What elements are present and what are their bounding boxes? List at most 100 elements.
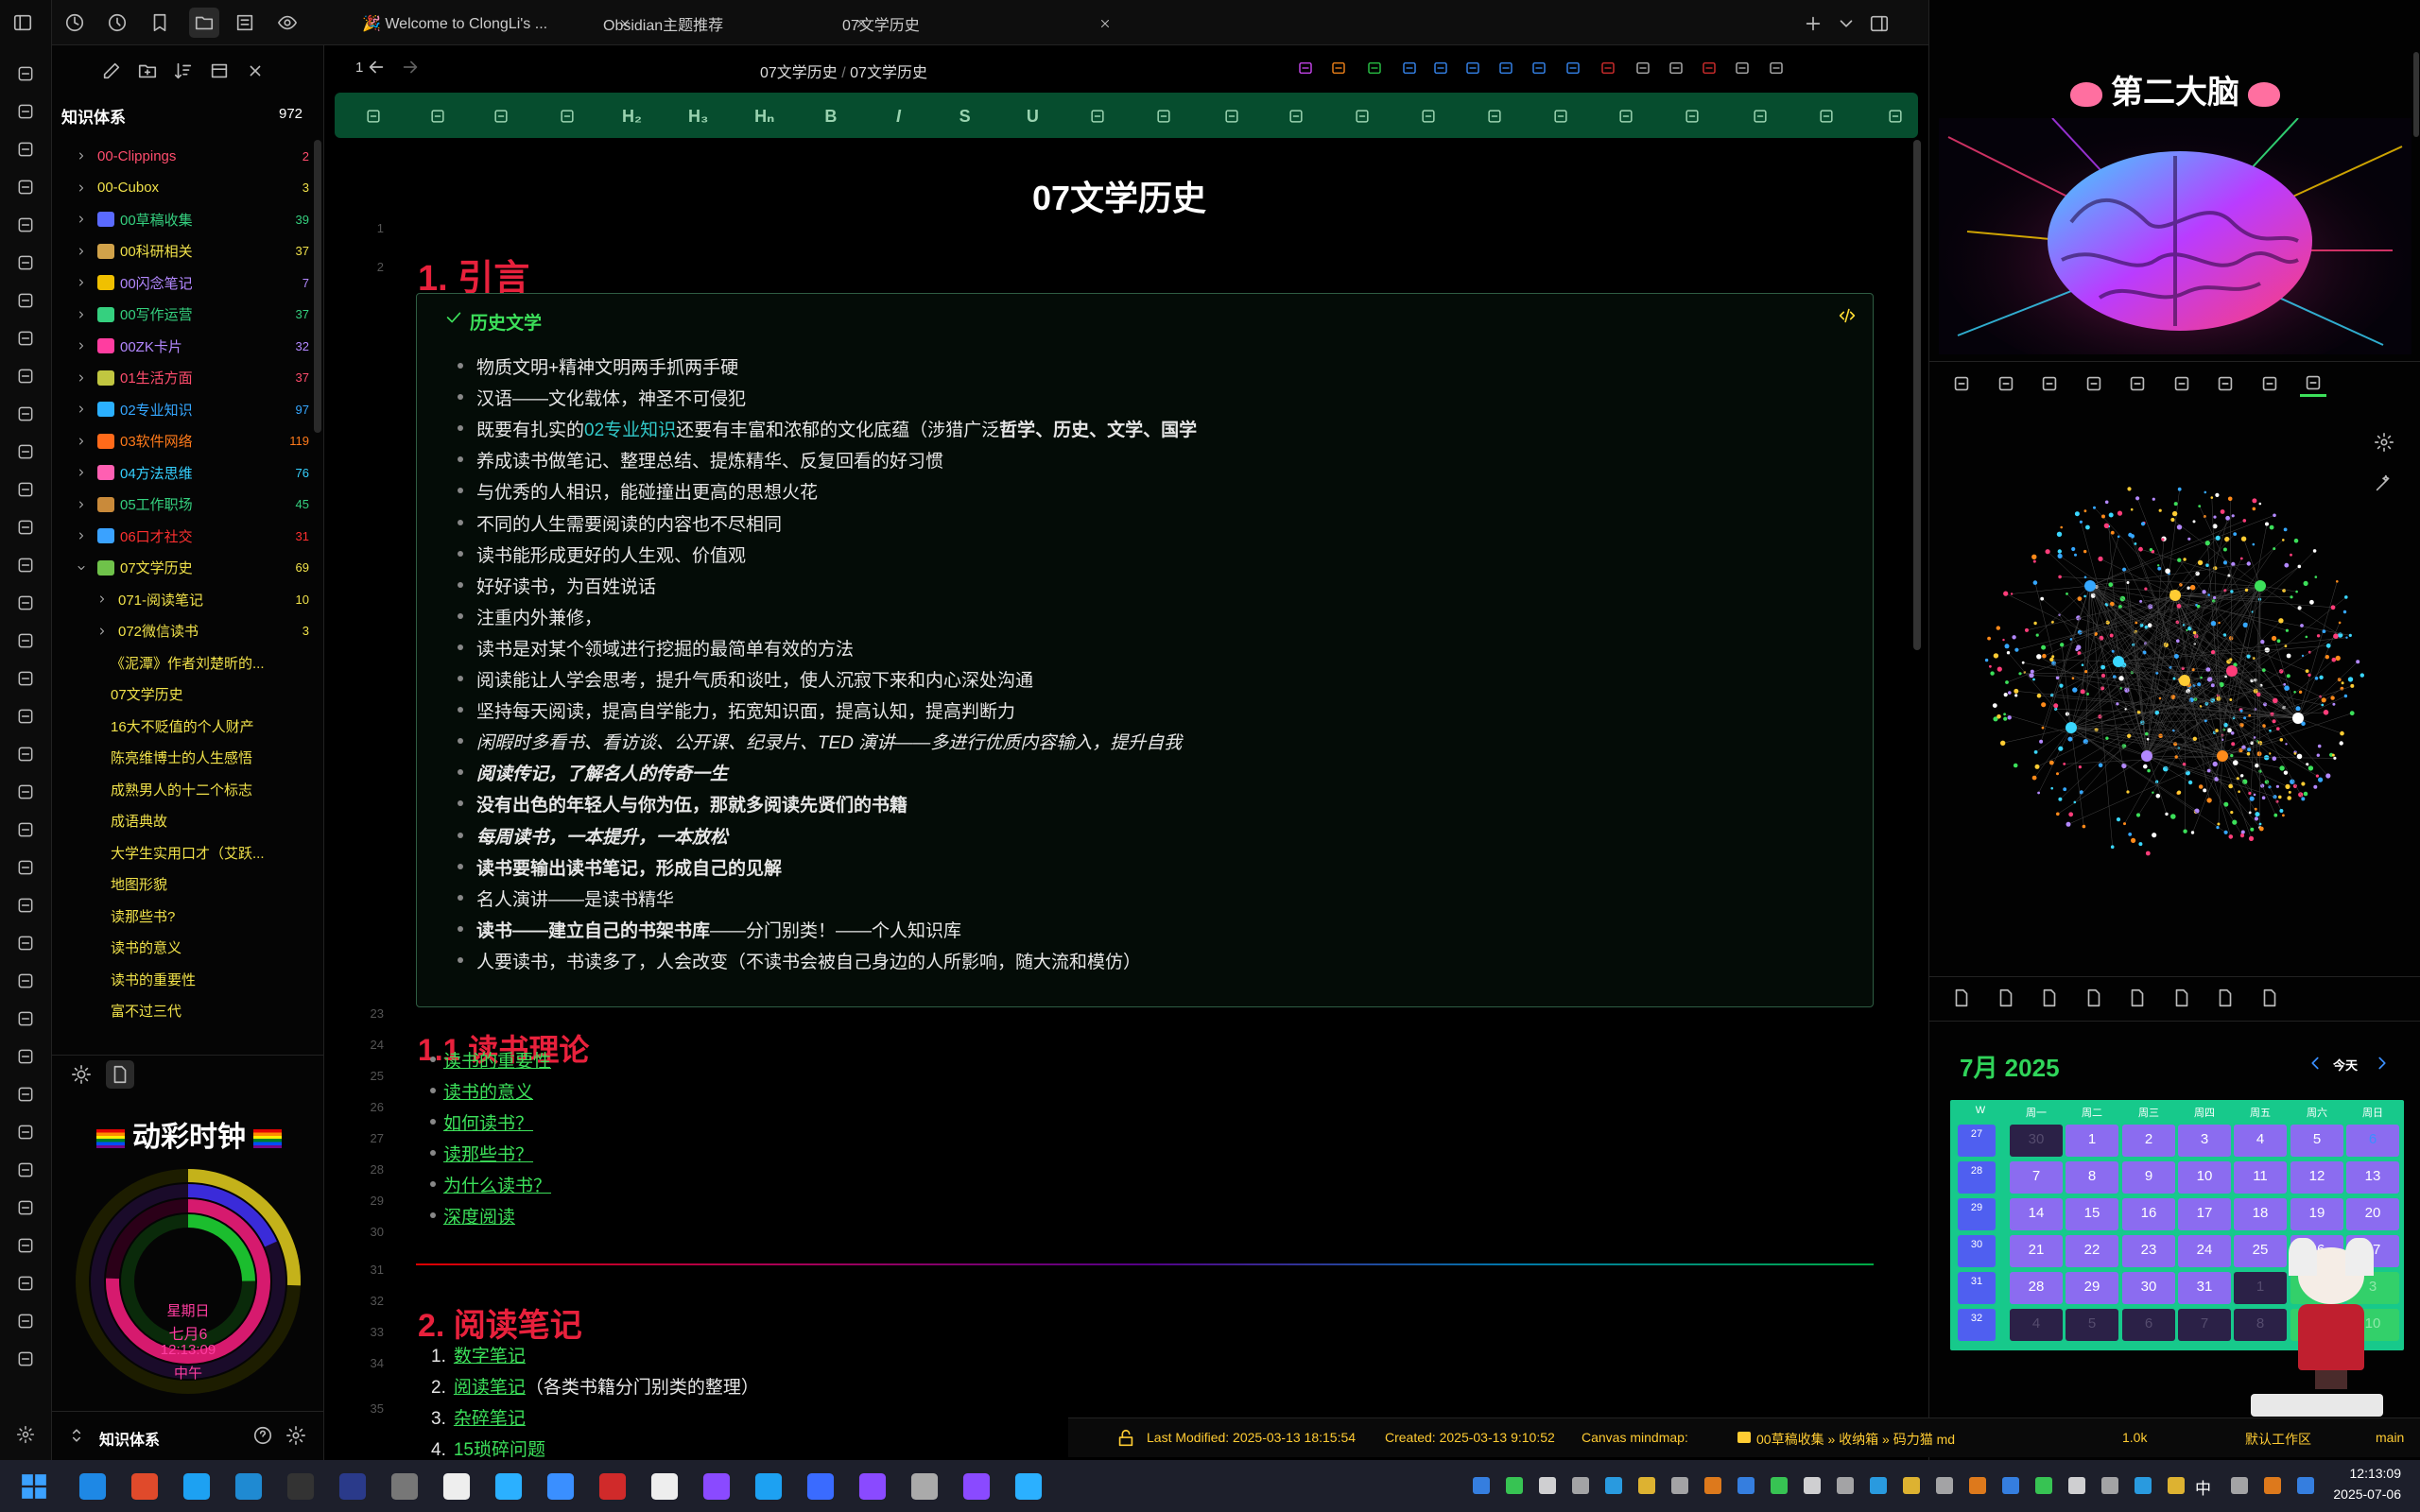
internal-link[interactable]: 如何读书？ (429, 1109, 533, 1135)
graph-node[interactable] (2170, 517, 2175, 523)
ribbon-circle-icon[interactable] (11, 249, 40, 277)
graph-node[interactable] (2261, 796, 2266, 799)
graph-node[interactable] (2269, 729, 2272, 732)
graph-node[interactable] (2127, 487, 2132, 491)
graph-node[interactable] (2204, 490, 2207, 494)
graph-node[interactable] (2206, 798, 2212, 803)
graph-node[interactable] (2222, 547, 2227, 552)
ribbon-tools-icon[interactable] (11, 891, 40, 919)
graph-node[interactable] (2220, 509, 2225, 514)
graph-node[interactable] (2003, 591, 2009, 596)
chevron-right-icon[interactable] (73, 306, 90, 323)
graph-node[interactable] (2340, 730, 2344, 736)
library-app-icon[interactable] (390, 1472, 419, 1501)
tray-icon[interactable] (1936, 1477, 1953, 1494)
bookmark-icon[interactable] (1698, 57, 1720, 79)
ribbon-lightbulb-icon[interactable] (11, 211, 40, 239)
tree-item[interactable]: 读书的重要性 (73, 965, 309, 993)
graph-node[interactable] (2042, 653, 2047, 659)
graph-node[interactable] (2079, 520, 2083, 524)
graph-node[interactable] (2293, 691, 2296, 694)
graph-node[interactable] (2283, 682, 2287, 686)
graph-node[interactable] (2192, 520, 2196, 524)
chevron-right-icon[interactable] (2372, 1052, 2393, 1074)
graph-node[interactable] (2157, 566, 2162, 571)
graph-node[interactable] (2124, 708, 2127, 711)
bold-icon[interactable]: B (819, 104, 843, 129)
collapse-icon[interactable] (1883, 104, 1908, 129)
graph-node[interactable] (2055, 676, 2060, 679)
ribbon-search-icon[interactable] (11, 97, 40, 126)
graph-node[interactable] (2338, 621, 2342, 625)
graph-hub-node[interactable] (2169, 590, 2181, 601)
sort-icon[interactable] (171, 59, 196, 83)
graph-node[interactable] (2290, 553, 2292, 557)
graph-node[interactable] (2093, 506, 2096, 509)
calendar-day[interactable]: 5 (2066, 1309, 2118, 1341)
gnome-app-icon[interactable] (910, 1472, 939, 1501)
graph-node[interactable] (2084, 670, 2088, 674)
graph-node[interactable] (2078, 765, 2082, 769)
graph-node[interactable] (2170, 814, 2176, 819)
graph-node[interactable] (2240, 830, 2245, 834)
graph-node[interactable] (2109, 601, 2115, 607)
graph-node[interactable] (2309, 599, 2314, 605)
graph-node[interactable] (2232, 819, 2238, 825)
ribbon-code-icon[interactable] (11, 778, 40, 806)
graph-node[interactable] (2108, 512, 2114, 518)
internal-link[interactable]: 深度阅读 (429, 1203, 515, 1228)
graph-node[interactable] (2068, 812, 2074, 817)
sidebar-toggle-icon[interactable] (10, 11, 35, 34)
calendar-day[interactable]: 24 (2178, 1235, 2231, 1267)
graph-node[interactable] (2073, 800, 2077, 804)
graph-node[interactable] (2284, 562, 2290, 568)
graph-node[interactable] (2083, 594, 2086, 598)
graph-node[interactable] (2213, 566, 2218, 571)
tree-item[interactable]: 成语典故 (73, 807, 309, 835)
tray-icon[interactable] (1837, 1477, 1854, 1494)
graph-node[interactable] (2206, 768, 2211, 773)
calendar-day[interactable]: 10 (2178, 1161, 2231, 1194)
calendar-day[interactable]: 13 (2346, 1161, 2399, 1194)
graph-node[interactable] (2116, 817, 2121, 822)
graph-hub-node[interactable] (2066, 722, 2077, 733)
graph-node[interactable] (2081, 663, 2084, 666)
graph-node[interactable] (2318, 777, 2324, 782)
graph-node[interactable] (2273, 547, 2276, 551)
lightbulb-icon[interactable] (2169, 370, 2195, 397)
graph-node[interactable] (2283, 770, 2289, 775)
graph-node[interactable] (2110, 530, 2115, 535)
editor-scrollbar[interactable] (1913, 140, 1921, 650)
graph-node[interactable] (2330, 605, 2336, 610)
graph-node[interactable] (2149, 548, 2153, 552)
tray-icon[interactable] (2264, 1477, 2281, 1494)
graph-node[interactable] (2279, 765, 2285, 771)
graph-node[interactable] (2298, 690, 2303, 694)
ribbon-bookmark-icon[interactable] (11, 1194, 40, 1222)
graph-node[interactable] (2197, 559, 2204, 566)
graph-node[interactable] (2323, 710, 2329, 715)
graph-node[interactable] (2260, 640, 2265, 644)
graph-node[interactable] (2301, 797, 2306, 801)
underline-icon[interactable]: U (1020, 104, 1045, 129)
chevron-down-icon[interactable] (73, 559, 90, 576)
file-icon[interactable] (2124, 985, 2151, 1011)
graph-node[interactable] (2173, 502, 2178, 507)
graph-hub-node[interactable] (2113, 656, 2124, 667)
chart-icon[interactable] (1562, 57, 1584, 79)
ribbon-sitemap-icon[interactable] (11, 324, 40, 352)
graph-node[interactable] (2222, 633, 2227, 637)
tree-item[interactable]: 07文学历史 69 (73, 554, 309, 582)
calendar-day[interactable]: 1 (2066, 1125, 2118, 1157)
graph-node[interactable] (2010, 593, 2014, 595)
chevron-right-icon[interactable] (73, 433, 90, 450)
graph-node[interactable] (2165, 568, 2170, 575)
vault-switcher[interactable]: 知识体系 (99, 1427, 160, 1450)
graph-node[interactable] (2056, 812, 2060, 816)
right-sidebar-toggle-icon[interactable] (1867, 11, 1892, 36)
graph-node[interactable] (2138, 842, 2143, 847)
calendar-week-number[interactable]: 32 (1958, 1309, 1996, 1341)
graph-node[interactable] (2002, 638, 2005, 642)
graph-node[interactable] (2228, 834, 2234, 839)
graph-node[interactable] (2173, 654, 2179, 659)
